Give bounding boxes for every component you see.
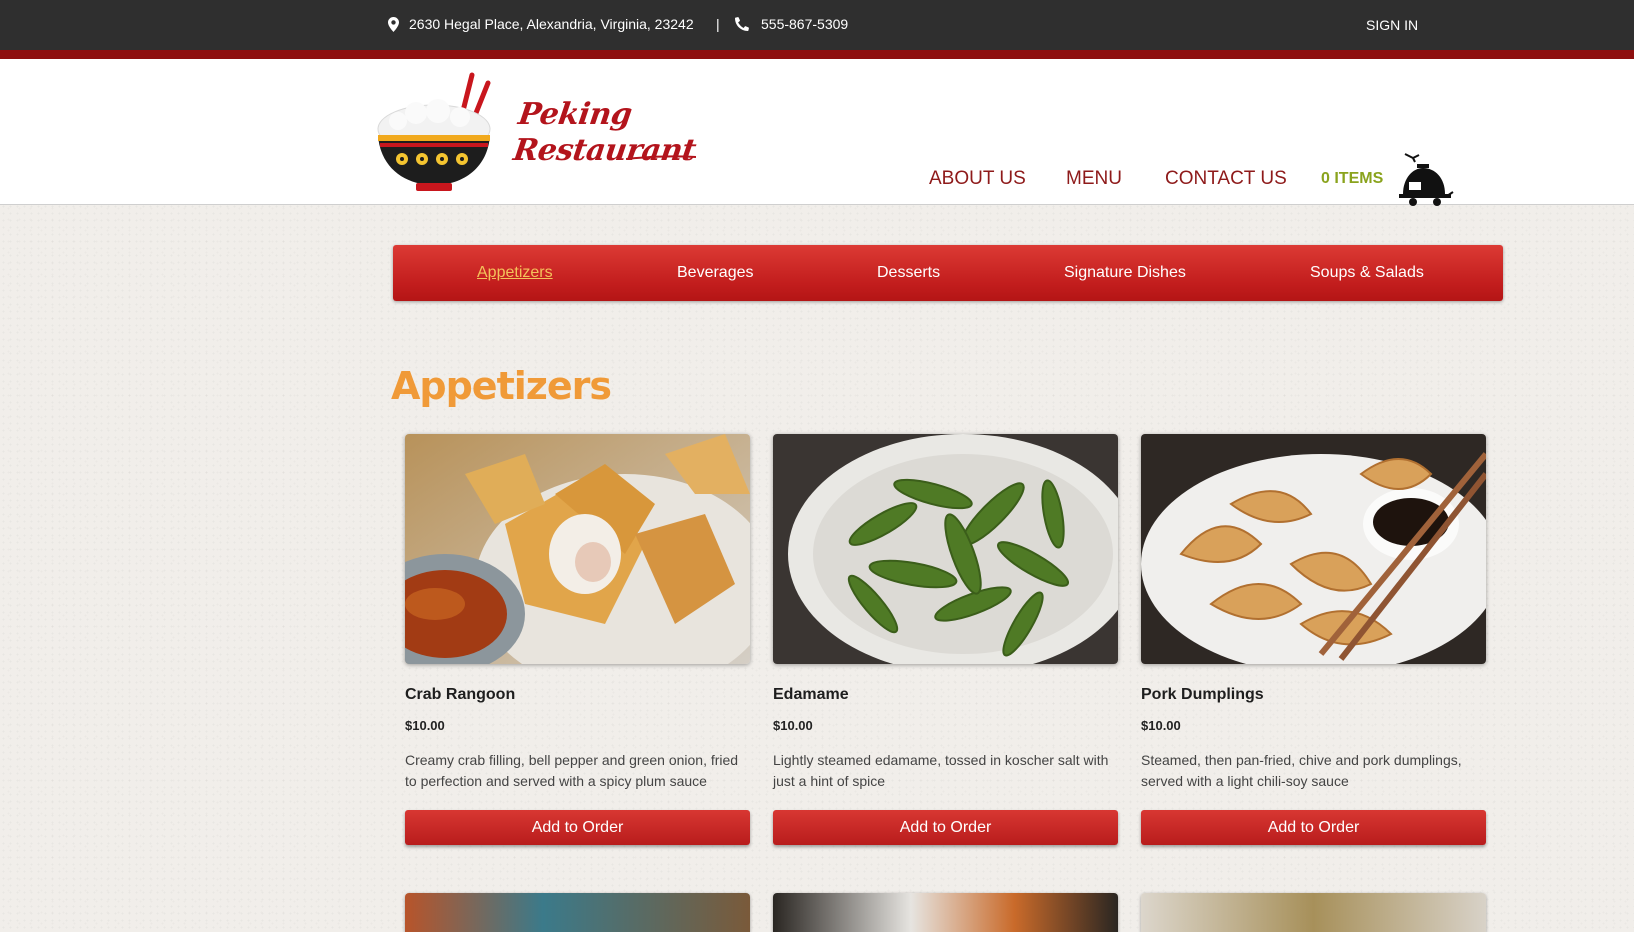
item-description: Creamy crab filling, bell pepper and gre… — [405, 752, 739, 789]
phone-block[interactable]: 555-867-5309 — [735, 16, 848, 32]
topbar-accent-line — [0, 50, 1634, 59]
logo-line-1: Peking — [516, 97, 634, 132]
address-block: 2630 Hegal Place, Alexandria, Virginia, … — [388, 16, 694, 32]
menu-item-card: Edamame $10.00 Lightly steamed edamame, … — [773, 434, 1118, 845]
food-photo — [773, 434, 1118, 664]
item-description: Lightly steamed edamame, tossed in kosch… — [773, 752, 1109, 789]
menu-item-card: Crab Rangoon $10.00 Creamy crab filling,… — [405, 434, 750, 845]
phone-icon — [735, 17, 749, 31]
item-price: $10.00 — [1141, 718, 1181, 733]
separator: | — [716, 16, 720, 32]
item-name: Edamame — [773, 686, 849, 703]
logo-swash-decoration — [626, 155, 696, 160]
rice-bowl-logo-icon — [377, 72, 491, 191]
tab-signature-dishes[interactable]: Signature Dishes — [1064, 264, 1186, 282]
tab-beverages[interactable]: Beverages — [677, 264, 754, 282]
food-photo — [1141, 434, 1486, 664]
food-photo — [405, 434, 750, 664]
map-pin-icon — [388, 16, 399, 32]
section-title: Appetizers — [391, 364, 612, 408]
item-price: $10.00 — [405, 718, 445, 733]
restaurant-logo[interactable]: Peking Restaurant — [376, 69, 698, 194]
tab-appetizers[interactable]: Appetizers — [477, 264, 553, 282]
logo-line-2: Restaurant — [511, 133, 698, 168]
nav-about-us[interactable]: ABOUT US — [929, 168, 1026, 190]
menu-item-image-partial[interactable] — [773, 893, 1118, 932]
phone-text: 555-867-5309 — [761, 16, 849, 32]
item-description: Steamed, then pan-fried, chive and pork … — [1141, 752, 1462, 789]
category-tabs: Appetizers Beverages Desserts Signature … — [393, 245, 1503, 301]
item-name: Pork Dumplings — [1141, 686, 1264, 703]
item-name: Crab Rangoon — [405, 686, 516, 703]
menu-item-image-partial[interactable] — [1141, 893, 1486, 932]
delivery-cloche-cart-icon[interactable] — [1395, 152, 1455, 208]
site-header: Peking Restaurant ABOUT US MENU CONTACT … — [0, 59, 1634, 208]
menu-item-card: Pork Dumplings $10.00 Steamed, then pan-… — [1141, 434, 1486, 845]
crab-rangoon-image[interactable] — [405, 434, 750, 664]
add-to-order-button[interactable]: Add to Order — [1141, 810, 1486, 845]
address-text: 2630 Hegal Place, Alexandria, Virginia, … — [409, 16, 694, 32]
nav-menu[interactable]: MENU — [1066, 168, 1122, 190]
tab-desserts[interactable]: Desserts — [877, 264, 940, 282]
add-to-order-button[interactable]: Add to Order — [405, 810, 750, 845]
item-price: $10.00 — [773, 718, 813, 733]
add-to-order-button[interactable]: Add to Order — [773, 810, 1118, 845]
tab-soups-salads[interactable]: Soups & Salads — [1310, 264, 1424, 282]
cart-item-count[interactable]: 0 ITEMS — [1321, 170, 1383, 188]
pork-dumplings-image[interactable] — [1141, 434, 1486, 664]
sign-in-link[interactable]: SIGN IN — [1366, 17, 1418, 33]
edamame-image[interactable] — [773, 434, 1118, 664]
top-info-bar: 2630 Hegal Place, Alexandria, Virginia, … — [0, 0, 1634, 50]
nav-contact-us[interactable]: CONTACT US — [1165, 168, 1287, 190]
menu-item-image-partial[interactable] — [405, 893, 750, 932]
